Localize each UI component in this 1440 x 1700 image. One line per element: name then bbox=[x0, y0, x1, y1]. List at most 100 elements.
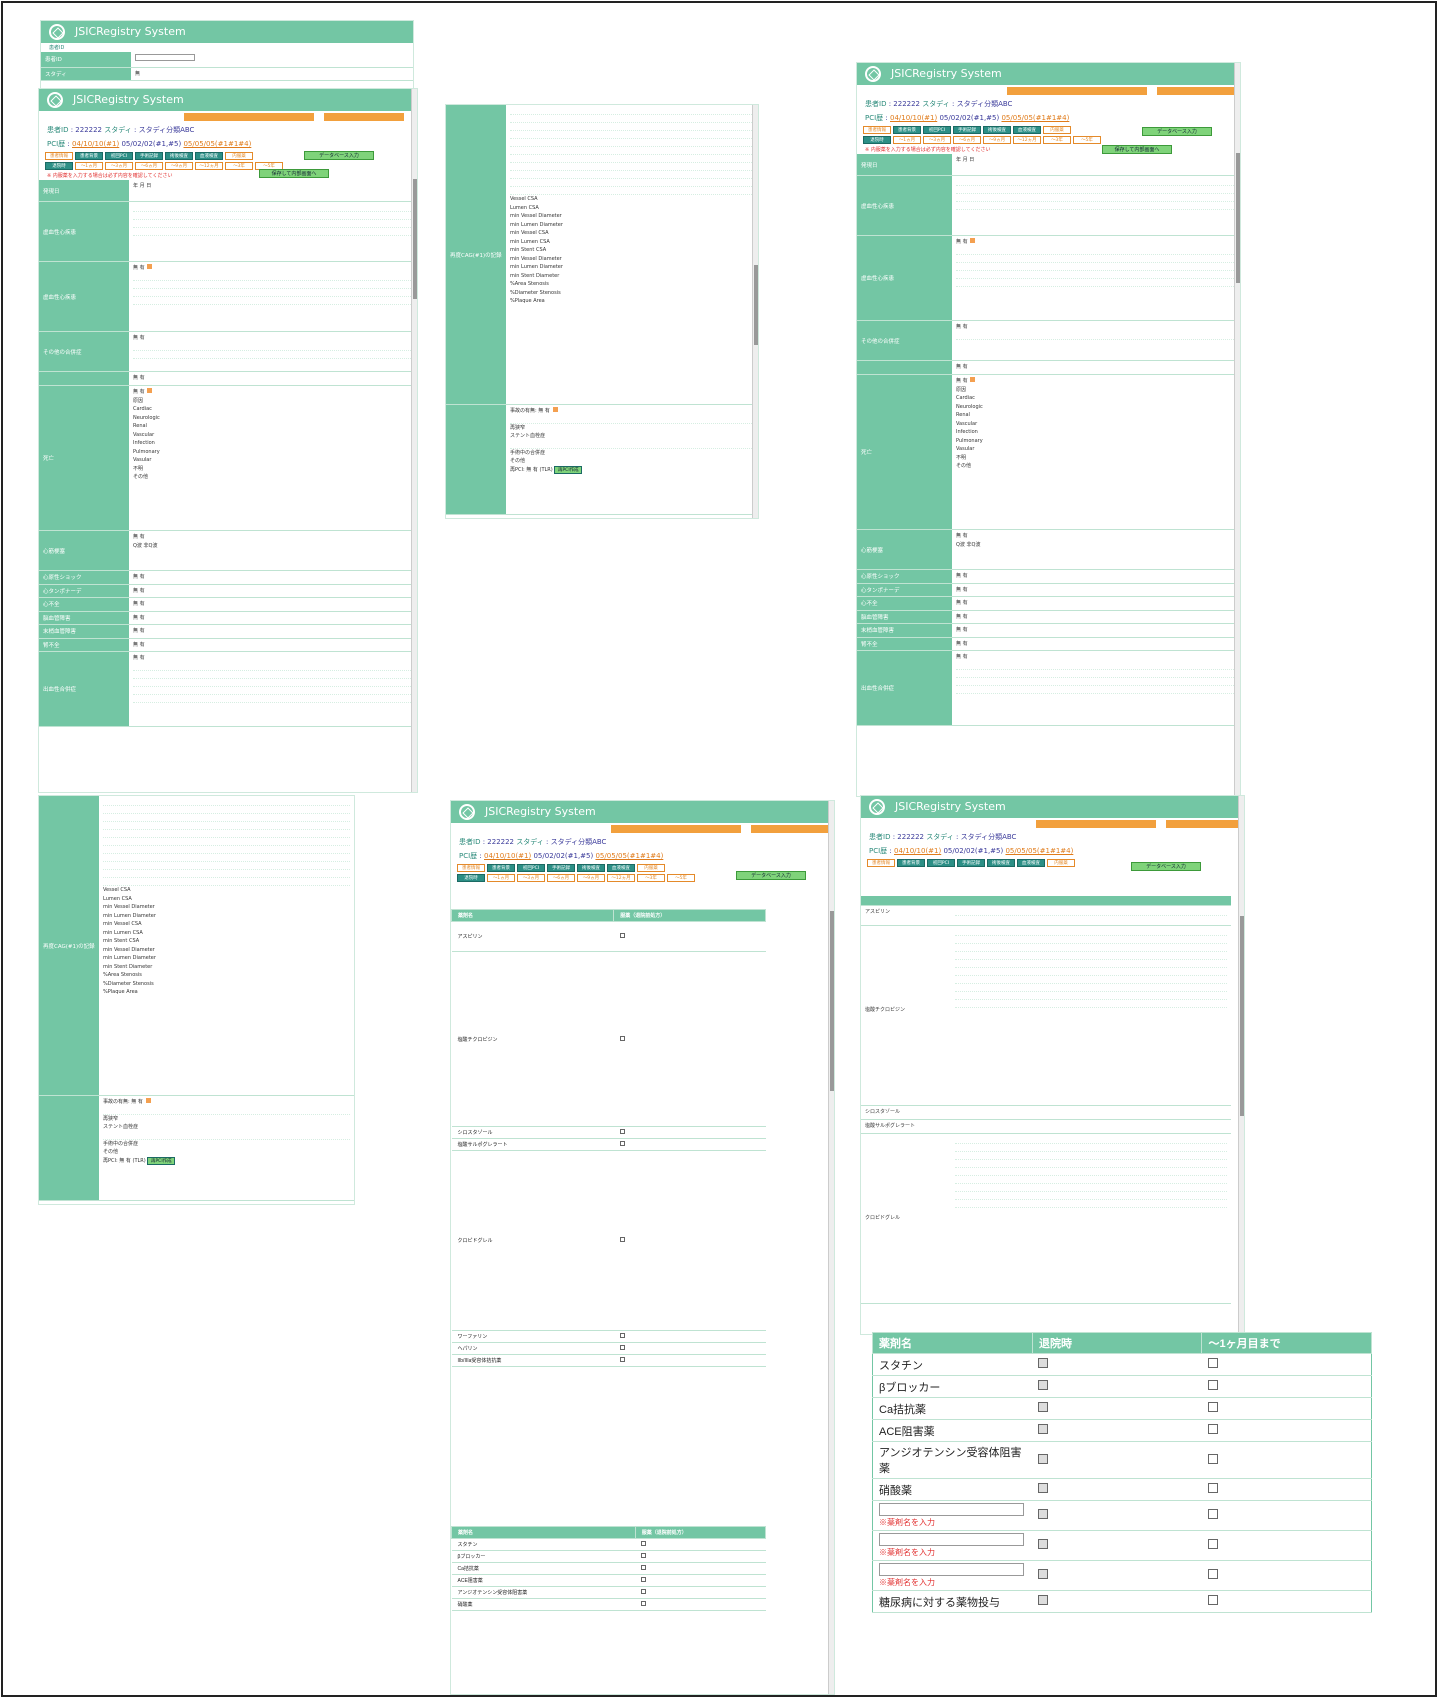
patient-id-input[interactable] bbox=[135, 54, 195, 61]
tab-background[interactable]: 患者背景 bbox=[897, 859, 925, 867]
discharge-checkbox[interactable] bbox=[1038, 1453, 1049, 1464]
period-tab-3m[interactable]: 〜3ヵ月 bbox=[517, 874, 545, 882]
period-tab-1m[interactable]: 〜1ヵ月 bbox=[893, 136, 921, 144]
period-tab-6m[interactable]: 〜6ヵ月 bbox=[953, 136, 981, 144]
tab-postop[interactable]: 術後検査 bbox=[983, 126, 1011, 134]
death-cause-list[interactable]: 無 有 原因 Cardiac Neurologic Renal Vascular Inf… bbox=[952, 375, 1240, 529]
checkbox[interactable] bbox=[641, 1589, 647, 1594]
pci-link-2[interactable]: 05/05/05(#1#1#4) bbox=[183, 140, 251, 148]
radio-none[interactable]: 無 bbox=[133, 265, 138, 271]
checkbox[interactable] bbox=[619, 1237, 625, 1242]
checkbox[interactable] bbox=[619, 1035, 625, 1041]
scrollbar[interactable] bbox=[1238, 796, 1244, 1334]
pci-link[interactable]: 04/10/10(#1) bbox=[894, 847, 941, 855]
pci-link-2[interactable]: 05/05/05(#1#1#4) bbox=[1005, 847, 1073, 855]
tab-surgery[interactable]: 手術記録 bbox=[547, 864, 575, 872]
orange-tab-2[interactable] bbox=[324, 113, 404, 121]
orange-tab-2[interactable] bbox=[1166, 820, 1238, 828]
pci-link-2[interactable]: 05/05/05(#1#1#4) bbox=[595, 852, 663, 860]
checkbox[interactable] bbox=[641, 1565, 647, 1570]
pci-link[interactable]: 04/10/10(#1) bbox=[890, 114, 937, 122]
tab-background[interactable]: 患者背景 bbox=[75, 152, 103, 160]
discharge-checkbox[interactable] bbox=[1038, 1358, 1049, 1368]
data-entry-button[interactable]: データベース入力 bbox=[736, 871, 806, 880]
death-cause-list[interactable]: 無 有 原因 Cardiac Neurologic Renal Vascular Inf… bbox=[129, 386, 417, 530]
1month-checkbox[interactable] bbox=[1207, 1569, 1218, 1579]
tab-background[interactable]: 患者背景 bbox=[487, 864, 515, 872]
discharge-checkbox[interactable] bbox=[1038, 1595, 1049, 1605]
orange-tab-1[interactable] bbox=[1007, 87, 1147, 95]
period-tab-9m[interactable]: 〜9ヵ月 bbox=[983, 136, 1011, 144]
re-pci-button[interactable]: 再PCI作成 bbox=[147, 1156, 176, 1165]
orange-tab-1[interactable] bbox=[611, 825, 741, 833]
checkbox[interactable] bbox=[641, 1577, 647, 1582]
tab-initial-pci[interactable]: 初回PCI bbox=[105, 152, 133, 160]
drug-name-input[interactable] bbox=[879, 1563, 1024, 1576]
tab-initial-pci[interactable]: 初回PCI bbox=[927, 859, 955, 867]
orange-tab-1[interactable] bbox=[184, 113, 314, 121]
re-pci-button[interactable]: 再PCI作成 bbox=[554, 465, 583, 474]
tab-patient-info[interactable]: 患者情報 bbox=[45, 152, 73, 160]
checkbox[interactable] bbox=[619, 1129, 625, 1134]
1month-checkbox[interactable] bbox=[1207, 1402, 1218, 1412]
data-entry-button[interactable]: データベース入力 bbox=[304, 151, 374, 160]
tab-medication[interactable]: 内服薬 bbox=[225, 152, 253, 160]
period-tab-12m[interactable]: 〜12ヵ月 bbox=[1013, 136, 1041, 144]
1month-checkbox[interactable] bbox=[1207, 1483, 1218, 1493]
save-button[interactable]: 保存して内部画面へ bbox=[259, 169, 329, 178]
tab-initial-pci[interactable]: 初回PCI bbox=[517, 864, 545, 872]
scrollbar[interactable] bbox=[828, 801, 834, 1694]
1month-checkbox[interactable] bbox=[1207, 1453, 1218, 1464]
data-entry-button[interactable]: データベース入力 bbox=[1131, 862, 1201, 871]
discharge-checkbox[interactable] bbox=[1038, 1380, 1049, 1390]
data-entry-button[interactable]: データベース入力 bbox=[1142, 127, 1212, 136]
radio-yes[interactable]: 有 bbox=[140, 265, 145, 271]
tab-surgery[interactable]: 手術記録 bbox=[135, 152, 163, 160]
tab-medication[interactable]: 内服薬 bbox=[637, 864, 665, 872]
period-tab-5y[interactable]: 〜5年 bbox=[1073, 136, 1101, 144]
tab-blood[interactable]: 血液検査 bbox=[1017, 859, 1045, 867]
period-tab-3m[interactable]: 〜3ヵ月 bbox=[105, 162, 133, 170]
period-tab-6m[interactable]: 〜6ヵ月 bbox=[547, 874, 575, 882]
period-tab-discharge[interactable]: 退院時 bbox=[863, 136, 891, 144]
tab-surgery[interactable]: 手術記録 bbox=[953, 126, 981, 134]
tab-medication[interactable]: 内服薬 bbox=[1047, 859, 1075, 867]
drug-name-input[interactable] bbox=[879, 1503, 1024, 1516]
period-tab-5y[interactable]: 〜5年 bbox=[667, 874, 695, 882]
tab-patient-info[interactable]: 患者情報 bbox=[863, 126, 891, 134]
discharge-checkbox[interactable] bbox=[1038, 1483, 1049, 1493]
tab-surgery[interactable]: 手術記録 bbox=[957, 859, 985, 867]
tab-patient-info[interactable]: 患者情報 bbox=[457, 864, 485, 872]
checkbox[interactable] bbox=[641, 1601, 647, 1606]
checkbox[interactable] bbox=[641, 1541, 647, 1546]
1month-checkbox[interactable] bbox=[1207, 1358, 1218, 1368]
1month-checkbox[interactable] bbox=[1207, 1595, 1218, 1605]
period-tab-3y[interactable]: 〜3年 bbox=[637, 874, 665, 882]
period-tab-12m[interactable]: 〜12ヵ月 bbox=[195, 162, 223, 170]
checkbox[interactable] bbox=[619, 1357, 625, 1362]
pci-link[interactable]: 04/10/10(#1) bbox=[72, 140, 119, 148]
tab-postop[interactable]: 術後検査 bbox=[165, 152, 193, 160]
tab-blood[interactable]: 血液検査 bbox=[1013, 126, 1041, 134]
scrollbar[interactable] bbox=[411, 89, 417, 792]
period-tab-6m[interactable]: 〜6ヵ月 bbox=[135, 162, 163, 170]
tab-medication[interactable]: 内服薬 bbox=[1043, 126, 1071, 134]
discharge-checkbox[interactable] bbox=[1038, 1509, 1049, 1519]
tab-blood[interactable]: 血液検査 bbox=[607, 864, 635, 872]
period-tab-discharge[interactable]: 退院時 bbox=[457, 874, 485, 882]
scrollbar[interactable] bbox=[1234, 63, 1240, 796]
tab-patient-info[interactable]: 患者情報 bbox=[867, 859, 895, 867]
orange-tab-1[interactable] bbox=[1036, 820, 1156, 828]
period-tab-1m[interactable]: 〜1ヵ月 bbox=[75, 162, 103, 170]
1month-checkbox[interactable] bbox=[1207, 1424, 1218, 1434]
radio-none[interactable]: 無 bbox=[135, 71, 140, 77]
1month-checkbox[interactable] bbox=[1207, 1509, 1218, 1519]
period-tab-12m[interactable]: 〜12ヵ月 bbox=[607, 874, 635, 882]
tab-background[interactable]: 患者背景 bbox=[893, 126, 921, 134]
event-fields[interactable]: 事故の有無: 無 有 再狭窄 ステント血栓症 手術中の合併症 その他 再PCI: 無 … bbox=[99, 1096, 354, 1200]
scrollbar[interactable] bbox=[752, 105, 758, 518]
pci-link[interactable]: 04/10/10(#1) bbox=[484, 852, 531, 860]
orange-tab-2[interactable] bbox=[751, 825, 829, 833]
date-fields[interactable]: 年 月 日 bbox=[129, 180, 417, 201]
discharge-checkbox[interactable] bbox=[1038, 1402, 1049, 1412]
